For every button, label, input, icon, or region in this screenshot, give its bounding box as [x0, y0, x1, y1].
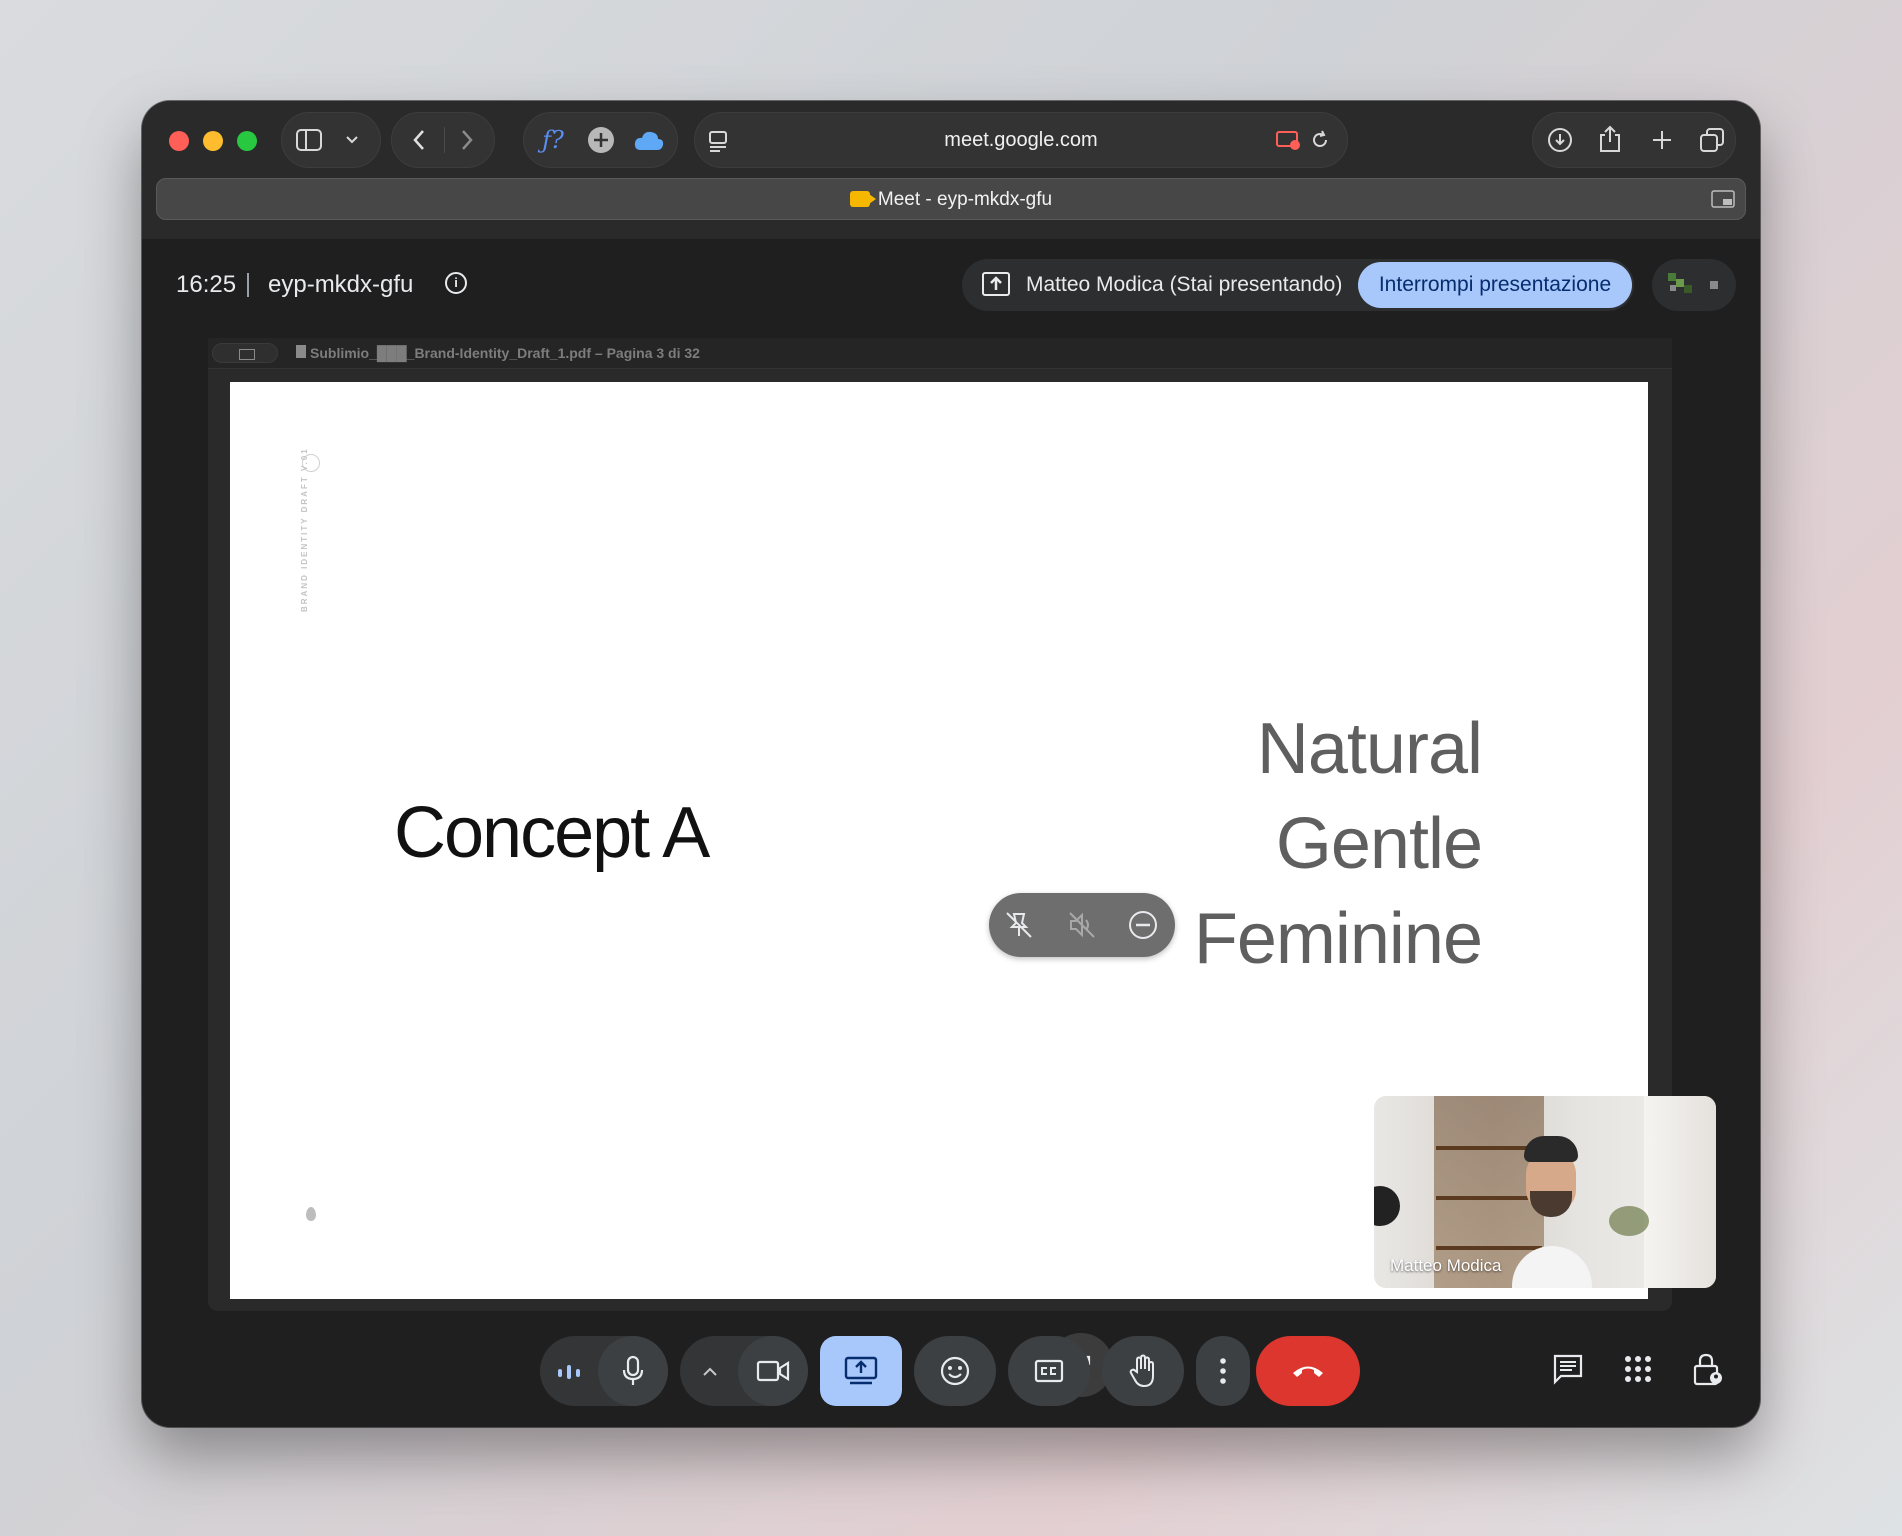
sidebar-icon[interactable] [294, 125, 324, 155]
zoom-window-button[interactable] [237, 131, 257, 151]
minimize-window-button[interactable] [203, 131, 223, 151]
share-icon[interactable] [1595, 123, 1625, 155]
chat-icon [1553, 1354, 1583, 1385]
slide-keyword: Feminine [1193, 899, 1483, 979]
end-call-icon [1293, 1366, 1323, 1377]
tab-overview-icon[interactable] [1697, 125, 1727, 155]
browser-toolbar: ƒ? meet.google.com Meet - eyp-mkdx-gfu [142, 101, 1760, 239]
captions-button[interactable] [1008, 1336, 1090, 1406]
chat-button[interactable] [1548, 1349, 1588, 1389]
raise-hand-button[interactable] [1102, 1336, 1184, 1406]
meeting-code: eyp-mkdx-gfu [268, 271, 414, 298]
unpin-icon[interactable] [1003, 909, 1035, 941]
download-icon[interactable] [1545, 125, 1575, 155]
presenting-banner: Matteo Modica (Stai presentando) Interro… [962, 259, 1634, 311]
present-button[interactable] [820, 1336, 902, 1406]
stop-presenting-button[interactable]: Interrompi presentazione [1358, 262, 1632, 308]
url-text: meet.google.com [944, 129, 1098, 151]
header-divider [247, 273, 249, 297]
shared-window-title: Sublimio_███_Brand-Identity_Draft_1.pdf … [310, 345, 700, 361]
back-icon[interactable] [404, 125, 434, 155]
microphone-control[interactable] [540, 1336, 668, 1406]
self-view-tile[interactable]: Matteo Modica [1374, 1096, 1716, 1288]
chevron-up-icon[interactable] [702, 1364, 722, 1378]
document-icon [296, 345, 306, 358]
new-tab-icon[interactable] [1647, 125, 1677, 155]
browser-window: ƒ? meet.google.com Meet - eyp-mkdx-gfu 1… [142, 101, 1760, 1427]
function-icon[interactable]: ƒ? [536, 123, 570, 157]
address-bar[interactable]: meet.google.com [694, 112, 1348, 168]
sidebar-toggle-group [281, 112, 381, 168]
remove-tile-icon[interactable] [1127, 909, 1159, 941]
tab-meet[interactable]: Meet - eyp-mkdx-gfu [156, 178, 1746, 220]
reactions-button[interactable] [914, 1336, 996, 1406]
extensions-group: ƒ? [523, 112, 678, 168]
microphone-button[interactable] [598, 1336, 668, 1406]
slide-keyword: Natural [1256, 709, 1483, 789]
presenter-status: Matteo Modica (Stai presentando) [1026, 273, 1343, 296]
navigation-group [391, 112, 495, 168]
host-controls-icon [1693, 1353, 1722, 1386]
camera-control[interactable] [680, 1336, 808, 1406]
add-circle-icon[interactable] [586, 125, 616, 155]
slide-logo-mark [306, 1207, 316, 1221]
participant-avatar-pill[interactable] [1652, 259, 1736, 311]
tile-hover-controls [989, 893, 1175, 957]
camera-icon [756, 1360, 790, 1382]
meeting-info-icon[interactable]: i [445, 272, 467, 294]
audio-level-icon [558, 1365, 584, 1379]
activities-button[interactable] [1618, 1349, 1658, 1389]
browser-actions-group [1532, 112, 1736, 168]
end-call-button[interactable] [1256, 1336, 1360, 1406]
picture-in-picture-icon[interactable] [1709, 188, 1737, 210]
captions-icon [1034, 1359, 1064, 1383]
slide-vertical-label: BRAND IDENTITY DRAFT V.01 [300, 447, 309, 612]
emoji-icon [940, 1356, 970, 1386]
present-screen-icon [844, 1356, 878, 1385]
reload-icon[interactable] [1307, 127, 1333, 153]
avatar-indicator [1710, 281, 1718, 289]
tab-title-wrap: Meet - eyp-mkdx-gfu [157, 189, 1745, 211]
shared-window-titlebar: Sublimio_███_Brand-Identity_Draft_1.pdf … [208, 338, 1672, 369]
avatar [1666, 271, 1696, 299]
tab-title: Meet - eyp-mkdx-gfu [877, 189, 1053, 210]
shared-window-tab-icon [212, 343, 278, 363]
close-window-button[interactable] [169, 131, 189, 151]
cloud-icon[interactable] [632, 125, 666, 155]
screen-record-icon[interactable] [1274, 127, 1302, 153]
slide-heading: Concept A [394, 793, 710, 873]
forward-icon[interactable] [452, 125, 482, 155]
mute-icon [1066, 909, 1098, 941]
meeting-time: 16:25 [176, 271, 237, 298]
microphone-icon [622, 1355, 644, 1385]
meet-logo-icon [849, 191, 876, 207]
self-view-name: Matteo Modica [1390, 1256, 1502, 1275]
camera-button[interactable] [738, 1336, 808, 1406]
slide-keywords: Natural Gentle Feminine [1193, 702, 1483, 987]
present-screen-icon [982, 272, 1010, 296]
host-controls-button[interactable] [1688, 1349, 1728, 1389]
more-options-icon [1220, 1358, 1226, 1384]
chevron-down-icon[interactable] [340, 128, 364, 152]
more-options-button[interactable] [1196, 1336, 1250, 1406]
activities-icon [1625, 1356, 1651, 1382]
raise-hand-icon [1129, 1354, 1154, 1388]
slide-keyword: Gentle [1275, 804, 1483, 884]
